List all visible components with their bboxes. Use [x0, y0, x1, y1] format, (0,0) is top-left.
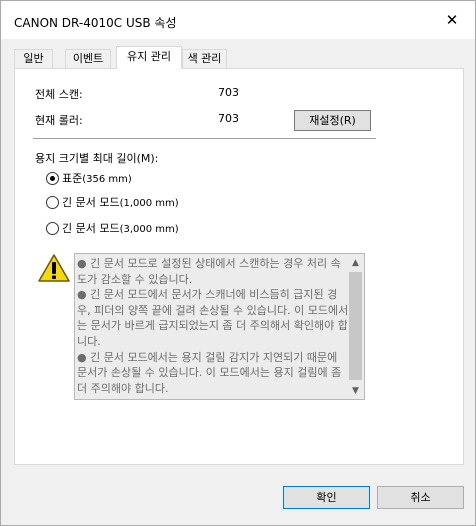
- total-scan-label: 전체 스캔:: [35, 88, 83, 101]
- tab-label: 색 관리: [187, 52, 222, 65]
- radio-suffix: (3,000 mm): [119, 224, 179, 235]
- radio-suffix: (356 mm): [82, 174, 132, 185]
- tab-color-management[interactable]: 색 관리: [182, 49, 227, 68]
- scroll-down-icon[interactable]: ▼: [347, 382, 364, 399]
- properties-dialog: CANON DR-4010C USB 속성 ✕ 일반 이벤트 유지 관리 색 관…: [0, 0, 476, 526]
- tab-label: 유지 관리: [127, 50, 171, 63]
- close-icon: ✕: [445, 11, 459, 29]
- radio-button[interactable]: [46, 171, 59, 185]
- warning-text: ● 긴 문서 모드로 설정된 상태에서 스캔하는 경우 처리 속도가 감소할 수…: [77, 257, 349, 395]
- tab-maintenance[interactable]: 유지 관리: [116, 46, 182, 69]
- radio-long-3000[interactable]: 긴 문서 모드(3,000 mm): [46, 220, 179, 236]
- warning-textbox[interactable]: ● 긴 문서 모드로 설정된 상태에서 스캔하는 경우 처리 속도가 감소할 수…: [74, 253, 365, 400]
- scroll-thumb[interactable]: [349, 272, 362, 380]
- tab-strip: 일반 이벤트 유지 관리 색 관리: [14, 46, 464, 69]
- scrollbar[interactable]: ▲ ▼: [347, 254, 364, 399]
- total-scan-value: 703: [218, 86, 239, 99]
- radio-label: 표준: [62, 172, 83, 185]
- current-roller-label: 현재 롤러:: [35, 114, 83, 127]
- scroll-up-icon[interactable]: ▲: [347, 254, 364, 271]
- tab-label: 일반: [23, 52, 44, 65]
- radio-standard[interactable]: 표준(356 mm): [46, 170, 132, 186]
- reset-button[interactable]: 재설정(R): [294, 110, 371, 131]
- radio-button[interactable]: [46, 195, 59, 209]
- tab-label: 이벤트: [72, 52, 104, 65]
- cancel-button[interactable]: 취소: [377, 486, 464, 509]
- radio-long-1000[interactable]: 긴 문서 모드(1,000 mm): [46, 194, 179, 210]
- window-title: CANON DR-4010C USB 속성: [14, 16, 177, 30]
- radio-button[interactable]: [46, 221, 59, 235]
- max-length-label: 용지 크기별 최대 길이(M):: [35, 152, 159, 165]
- warning-icon: [38, 254, 70, 282]
- divider: [33, 138, 376, 139]
- current-roller-value: 703: [218, 112, 239, 125]
- radio-label: 긴 문서 모드: [62, 222, 120, 235]
- ok-button[interactable]: 확인: [283, 486, 370, 509]
- radio-suffix: (1,000 mm): [119, 198, 179, 209]
- tab-general[interactable]: 일반: [14, 49, 53, 68]
- radio-label: 긴 문서 모드: [62, 196, 120, 209]
- close-button[interactable]: ✕: [429, 1, 475, 39]
- tab-events[interactable]: 이벤트: [65, 49, 111, 68]
- title-bar: CANON DR-4010C USB 속성 ✕: [1, 1, 475, 39]
